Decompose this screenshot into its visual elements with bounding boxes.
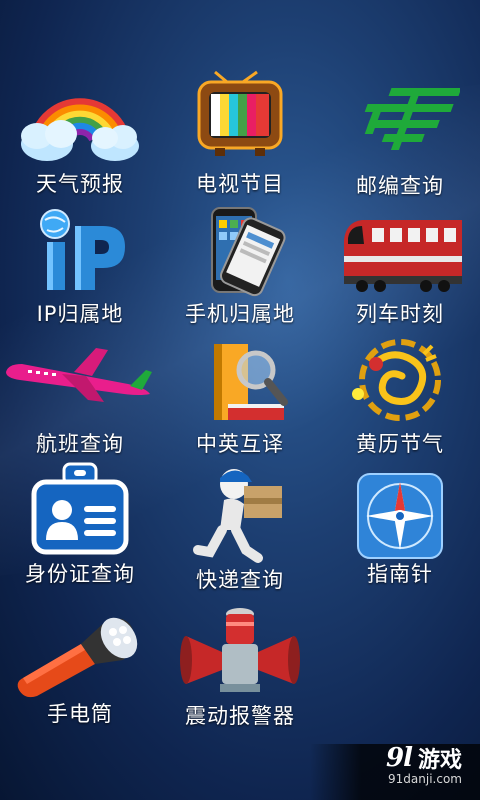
tile-label: 震动报警器 — [185, 704, 295, 728]
tile-vibration-alarm[interactable]: 震动报警器 — [160, 600, 320, 736]
tile-label: 黄历节气 — [356, 432, 444, 456]
tile-almanac[interactable]: 黄历节气 — [320, 330, 480, 466]
tile-weather[interactable]: 天气预报 — [0, 70, 160, 206]
tile-label: 航班查询 — [36, 432, 124, 456]
watermark: 9l 游戏 91danji.com — [386, 742, 462, 786]
tile-label: 天气预报 — [36, 172, 124, 196]
rainbow-cloud-icon — [0, 70, 160, 170]
app-grid: 天气预报 电视节目 邮编查询 IP归属地 手机归属地 列车时刻 航班查询 中英互… — [0, 0, 480, 740]
tile-label: 快递查询 — [196, 568, 284, 592]
id-card-icon — [0, 460, 160, 560]
dragon-icon — [320, 330, 480, 430]
compass-icon — [320, 460, 480, 560]
watermark-domain: 91danji.com — [388, 772, 462, 786]
watermark-brand: 9l 游戏 — [386, 742, 462, 774]
tile-flight[interactable]: 航班查询 — [0, 330, 160, 466]
tile-label: 指南针 — [367, 562, 433, 586]
flashlight-icon — [0, 600, 160, 700]
tile-translate[interactable]: 中英互译 — [160, 330, 320, 466]
dictionary-icon — [160, 330, 320, 430]
tile-postcode[interactable]: 邮编查询 — [320, 70, 480, 206]
tile-label: IP归属地 — [36, 302, 124, 326]
tile-id-card[interactable]: 身份证查询 — [0, 460, 160, 596]
tile-phone-location[interactable]: 手机归属地 — [160, 200, 320, 336]
tile-label: 列车时刻 — [356, 302, 444, 326]
courier-icon — [160, 460, 320, 563]
tile-label: 中英互译 — [196, 432, 284, 456]
train-icon — [320, 200, 480, 300]
alarm-icon — [160, 600, 320, 700]
phone-icon — [160, 200, 320, 300]
tile-label: 手电筒 — [47, 702, 113, 726]
post-logo-icon — [320, 70, 480, 170]
watermark-logo: 9l — [386, 743, 413, 773]
airplane-icon — [0, 330, 160, 430]
tile-compass[interactable]: 指南针 — [320, 460, 480, 596]
tile-courier[interactable]: 快递查询 — [160, 460, 320, 596]
tile-train[interactable]: 列车时刻 — [320, 200, 480, 336]
tv-icon — [160, 70, 320, 170]
tile-label: 电视节目 — [196, 172, 284, 196]
tile-ip[interactable]: IP归属地 — [0, 200, 160, 336]
tile-label: 手机归属地 — [185, 302, 295, 326]
watermark-name: 游戏 — [417, 748, 462, 773]
tile-label: 邮编查询 — [356, 174, 444, 198]
ip-icon — [0, 200, 160, 300]
tile-flashlight[interactable]: 手电筒 — [0, 600, 160, 736]
tile-label: 身份证查询 — [25, 562, 135, 586]
tile-tv[interactable]: 电视节目 — [160, 70, 320, 206]
